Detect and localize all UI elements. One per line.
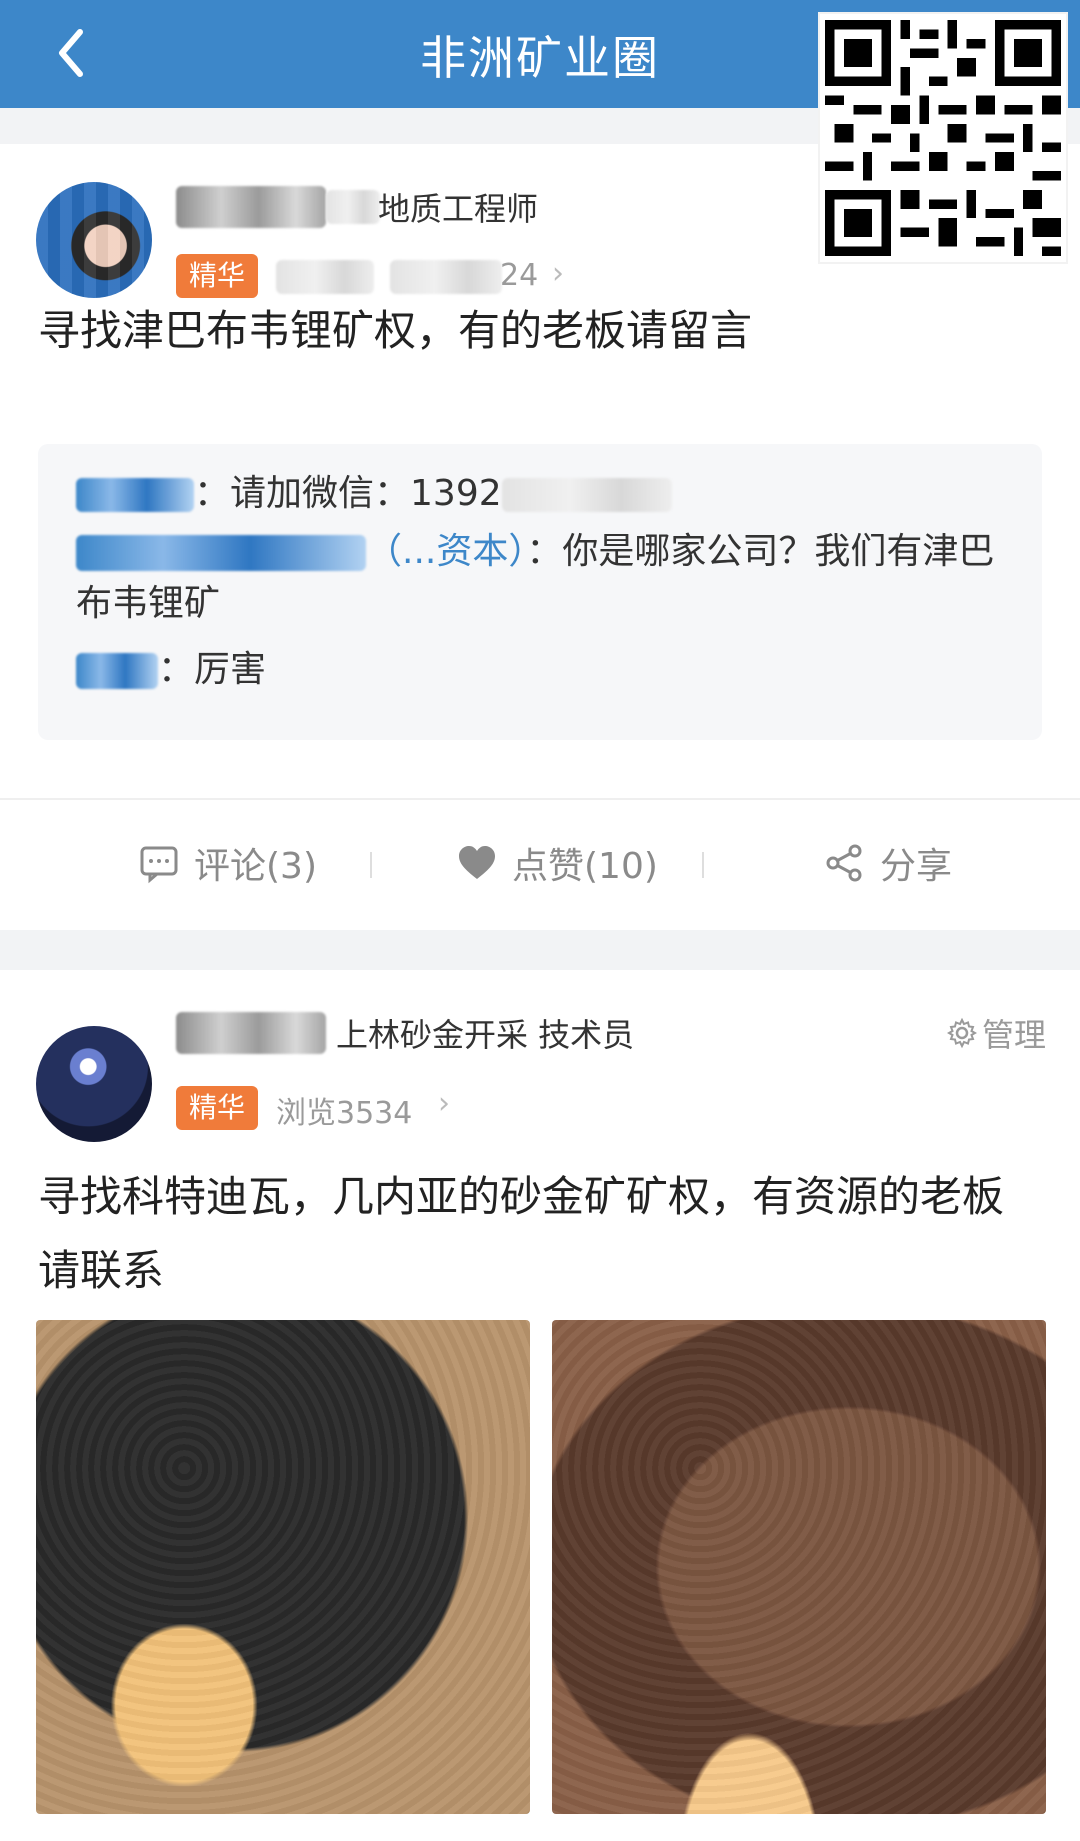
share-icon: [826, 844, 862, 882]
section-gap: [0, 930, 1080, 970]
featured-badge: 精华: [176, 1086, 258, 1130]
qr-code: [820, 14, 1066, 262]
gear-icon: [946, 1017, 977, 1049]
avatar[interactable]: [36, 1026, 152, 1142]
phone-redacted: [501, 478, 672, 512]
separator: [702, 852, 704, 878]
author-role: 上林砂金开采 技术员: [336, 1016, 635, 1054]
comment-count: 评论(3): [194, 846, 317, 887]
commenter-name-redacted: [76, 478, 194, 512]
comment-sep: ：: [158, 649, 195, 690]
post-meta: 24: [500, 258, 539, 293]
avatar[interactable]: [36, 182, 152, 298]
separator: [370, 852, 372, 878]
meta-redacted-1: [276, 260, 374, 294]
comment-item[interactable]: ：请加微信：1392: [76, 468, 672, 520]
post-text[interactable]: 寻找津巴布韦锂矿权，有的老板请留言: [38, 294, 1038, 368]
post-photo[interactable]: [36, 1320, 530, 1814]
chevron-right-icon: ›: [438, 1086, 450, 1121]
view-count: 浏览3534: [276, 1096, 413, 1131]
comment-sep: ：: [194, 473, 231, 514]
comment-icon: [140, 846, 178, 884]
comment-text: 厉害: [194, 649, 267, 690]
post-text[interactable]: 寻找科特迪瓦，几内亚的砂金矿矿权，有资源的老板请联系: [38, 1160, 1042, 1308]
author-name-redacted: [176, 1012, 326, 1054]
qr-code-icon: [825, 20, 1061, 256]
comment-preview[interactable]: ：请加微信：1392 （...资本）：你是哪家公司？我们有津巴布韦锂矿 ：厉害: [38, 444, 1042, 740]
comment-text: 请加微信：1392: [230, 473, 502, 514]
author-role: 地质工程师: [378, 190, 539, 228]
author-org-redacted: [326, 190, 380, 224]
post-card[interactable]: 上林砂金开采 技术员 管理 精华 浏览3534 › 寻找科特迪瓦，几内亚的砂金矿…: [0, 970, 1080, 1841]
comment-button[interactable]: 评论(3): [138, 838, 317, 888]
like-count: 点赞(10): [512, 846, 658, 887]
comment-sep: ：: [526, 531, 563, 572]
commenter-name-redacted: [76, 653, 158, 689]
commenter-name-redacted: [76, 535, 366, 571]
chevron-right-icon: ›: [552, 256, 564, 291]
commenter-company: （...资本）: [366, 531, 527, 572]
post-photo[interactable]: [552, 1320, 1046, 1814]
comment-item[interactable]: （...资本）：你是哪家公司？我们有津巴布韦锂矿: [76, 526, 1016, 630]
post-actions: 评论(3) 点赞(10) 分享: [0, 800, 1080, 926]
like-button[interactable]: 点赞(10): [456, 838, 658, 888]
share-label: 分享: [880, 846, 953, 887]
manage-button[interactable]: 管理: [946, 1010, 1046, 1056]
heart-icon: [459, 846, 495, 879]
meta-redacted-2: [390, 260, 502, 294]
author-name-redacted: [176, 186, 326, 228]
manage-label: 管理: [981, 1016, 1046, 1054]
featured-badge: 精华: [176, 254, 258, 298]
comment-item[interactable]: ：厉害: [76, 644, 266, 696]
share-button[interactable]: 分享: [824, 838, 952, 888]
